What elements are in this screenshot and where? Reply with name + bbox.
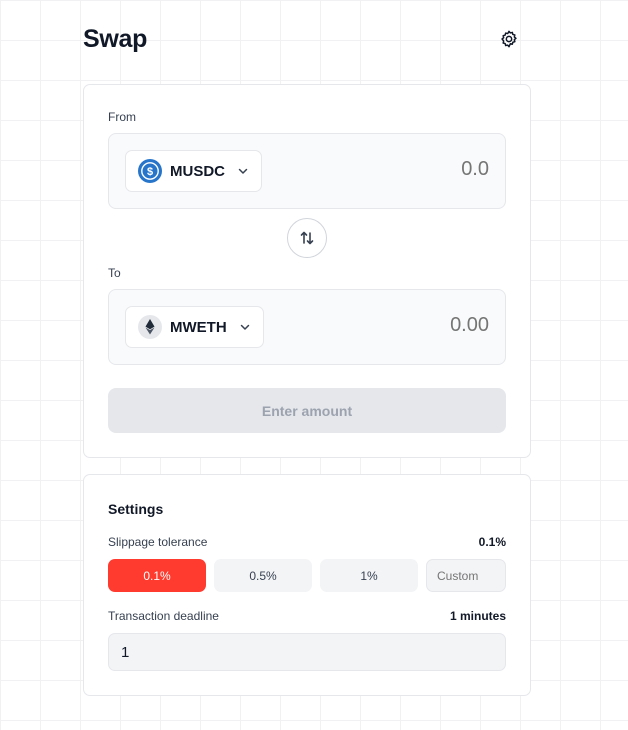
slippage-option-0-5[interactable]: 0.5%	[214, 559, 312, 592]
deadline-label: Transaction deadline	[108, 609, 219, 623]
to-label: To	[108, 266, 121, 280]
swap-arrows-icon	[300, 231, 314, 245]
slippage-value: 0.1%	[478, 535, 506, 549]
from-token-selector[interactable]: $ MUSDC	[125, 150, 262, 192]
swap-card: From $ MUSDC To	[83, 84, 531, 458]
usdc-icon: $	[138, 159, 162, 183]
gear-icon[interactable]	[497, 27, 521, 51]
from-label: From	[108, 110, 136, 124]
to-token-name: MWETH	[170, 318, 227, 336]
settings-title: Settings	[108, 501, 164, 517]
to-amount-input[interactable]	[329, 314, 489, 337]
from-token-name: MUSDC	[170, 162, 225, 180]
slippage-options: 0.1% 0.5% 1%	[108, 559, 506, 592]
settings-card: Settings Slippage tolerance 0.1% 0.1% 0.…	[83, 474, 531, 696]
custom-slippage-input[interactable]	[426, 559, 506, 592]
deadline-value: 1 minutes	[449, 609, 506, 623]
svg-text:$: $	[147, 166, 153, 178]
to-token-box: MWETH	[108, 289, 506, 365]
slippage-label: Slippage tolerance	[108, 535, 208, 549]
eth-icon	[138, 315, 162, 339]
chevron-down-icon	[240, 324, 249, 330]
header: Swap	[83, 0, 531, 84]
switch-tokens-button[interactable]	[287, 218, 327, 258]
from-token-box: $ MUSDC	[108, 133, 506, 209]
to-token-selector[interactable]: MWETH	[125, 306, 264, 348]
page-title: Swap	[83, 24, 148, 53]
slippage-option-1[interactable]: 1%	[320, 559, 418, 592]
chevron-down-icon	[238, 168, 248, 174]
swap-page: Swap From $ MUSDC 0.0 To MWETH 0.00 Ente…	[83, 0, 531, 696]
enter-amount-button[interactable]: Enter amount	[108, 388, 506, 433]
deadline-input[interactable]	[108, 633, 506, 671]
slippage-option-0-1[interactable]: 0.1%	[108, 559, 206, 592]
from-amount-input[interactable]	[329, 158, 489, 181]
